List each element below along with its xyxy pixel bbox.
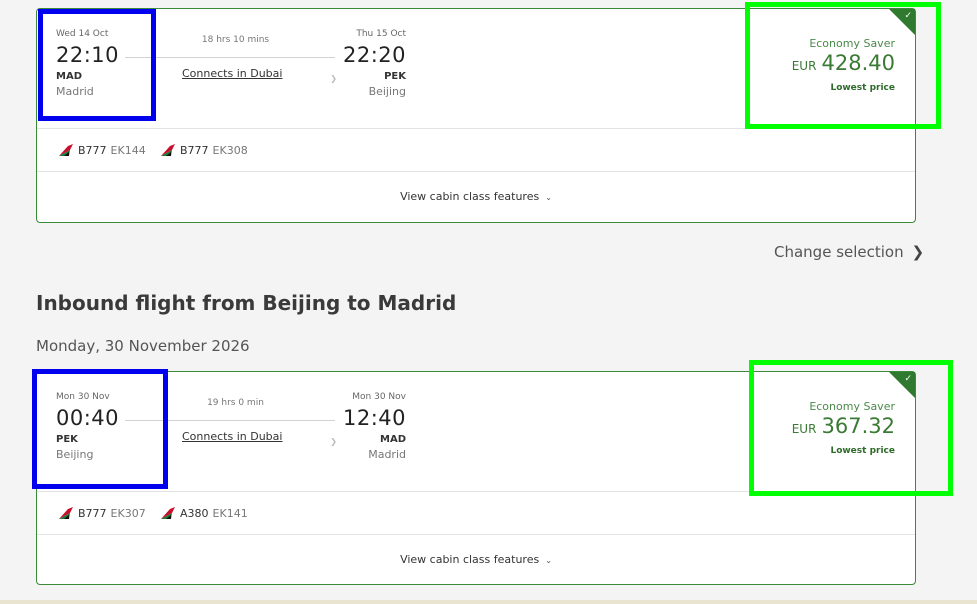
selected-corner-badge: ✓ (889, 372, 915, 398)
departure-city: Beijing (56, 448, 94, 461)
connection-link[interactable]: Connects in Dubai (182, 67, 282, 80)
flight-number: EK144 (110, 144, 146, 157)
fare-class-label: Economy Saver (809, 400, 895, 413)
features-label: View cabin class features (400, 190, 540, 203)
emirates-tail-icon (161, 507, 175, 519)
features-label: View cabin class features (400, 553, 540, 566)
aircraft-type: A380 (180, 507, 209, 520)
aircraft-type: B777 (180, 144, 209, 157)
flight-summary-row: Mon 30 Nov 00:40 PEK Beijing 19 hrs 0 mi… (37, 372, 915, 492)
lowest-price-badge: Lowest price (830, 83, 895, 93)
arrival-city: Beijing (368, 85, 406, 98)
chevron-down-icon: ⌄ (545, 556, 552, 565)
aircraft-segments-row: B777 EK307 A380 EK141 (37, 492, 915, 535)
aircraft-segments-row: B777 EK144 B777 EK308 (37, 129, 915, 172)
emirates-tail-icon (59, 507, 73, 519)
route-connector: 18 hrs 10 mins ❯ Connects in Dubai (125, 35, 337, 83)
arrival-airport-code: PEK (384, 71, 406, 82)
departure-date: Mon 30 Nov (56, 392, 110, 402)
route-line: ❯ (125, 57, 337, 83)
fare-price-box[interactable]: Economy Saver EUR 367.32 Lowest price (792, 400, 895, 456)
segment-item: A380 EK141 (160, 506, 248, 520)
price-line: EUR 367.32 (792, 414, 895, 438)
view-cabin-features-button[interactable]: View cabin class features ⌄ (37, 172, 915, 222)
flight-number: EK307 (110, 507, 146, 520)
arrival-time: 22:20 (342, 43, 406, 67)
outbound-flight-card[interactable]: Wed 14 Oct 22:10 MAD Madrid 18 hrs 10 mi… (36, 8, 916, 223)
price-amount: 367.32 (821, 414, 895, 438)
price-currency: EUR (791, 422, 817, 436)
chevron-down-icon: ⌄ (545, 193, 552, 202)
departure-time: 22:10 (56, 43, 120, 67)
selected-corner-badge: ✓ (889, 9, 915, 35)
arrival-airport-code: MAD (380, 434, 406, 445)
flight-summary-row: Wed 14 Oct 22:10 MAD Madrid 18 hrs 10 mi… (37, 9, 915, 129)
arrow-right-icon: ❯ (330, 74, 337, 83)
inbound-flight-card[interactable]: Mon 30 Nov 00:40 PEK Beijing 19 hrs 0 mi… (36, 371, 916, 585)
arrival-city: Madrid (368, 448, 406, 461)
view-cabin-features-button[interactable]: View cabin class features ⌄ (37, 535, 915, 585)
change-selection-link[interactable]: Change selection ❯ (774, 243, 924, 261)
lowest-price-badge: Lowest price (830, 446, 895, 456)
departure-date: Wed 14 Oct (56, 29, 109, 39)
chevron-right-icon: ❯ (911, 243, 925, 261)
flight-number: EK141 (212, 507, 248, 520)
departure-airport-code: PEK (56, 434, 78, 445)
aircraft-type: B777 (78, 144, 107, 157)
arrival-date: Mon 30 Nov (352, 392, 406, 402)
bottom-strip (0, 600, 977, 604)
departure-info: Wed 14 Oct 22:10 MAD Madrid (56, 29, 119, 98)
fare-class-label: Economy Saver (809, 37, 895, 50)
price-currency: EUR (791, 59, 817, 73)
segment-item: B777 EK307 (58, 506, 146, 520)
arrival-date: Thu 15 Oct (356, 29, 406, 39)
connection-link[interactable]: Connects in Dubai (182, 430, 282, 443)
arrow-right-icon: ❯ (330, 437, 337, 446)
emirates-tail-icon (161, 144, 175, 156)
arrival-info: Mon 30 Nov 12:40 MAD Madrid (337, 392, 406, 461)
check-icon: ✓ (904, 11, 912, 21)
departure-time: 00:40 (56, 406, 120, 430)
flight-number: EK308 (212, 144, 248, 157)
arrival-info: Thu 15 Oct 22:20 PEK Beijing (337, 29, 406, 98)
price-amount: 428.40 (821, 51, 895, 75)
segment-item: B777 EK308 (160, 143, 248, 157)
inbound-heading: Inbound flight from Beijing to Madrid (36, 291, 457, 315)
arrival-time: 12:40 (342, 406, 406, 430)
emirates-tail-icon (59, 144, 73, 156)
route-line: ❯ (125, 420, 337, 446)
departure-airport-code: MAD (56, 71, 82, 82)
segment-item: B777 EK144 (58, 143, 146, 157)
flight-duration: 19 hrs 0 min (207, 398, 264, 408)
fare-price-box[interactable]: Economy Saver EUR 428.40 Lowest price (792, 37, 895, 93)
departure-city: Madrid (56, 85, 94, 98)
inbound-date: Monday, 30 November 2026 (36, 337, 250, 355)
aircraft-type: B777 (78, 507, 107, 520)
check-icon: ✓ (904, 374, 912, 384)
departure-info: Mon 30 Nov 00:40 PEK Beijing (56, 392, 119, 461)
flight-duration: 18 hrs 10 mins (201, 35, 270, 45)
change-selection-label: Change selection (774, 243, 904, 261)
price-line: EUR 428.40 (792, 51, 895, 75)
route-connector: 19 hrs 0 min ❯ Connects in Dubai (125, 398, 337, 446)
